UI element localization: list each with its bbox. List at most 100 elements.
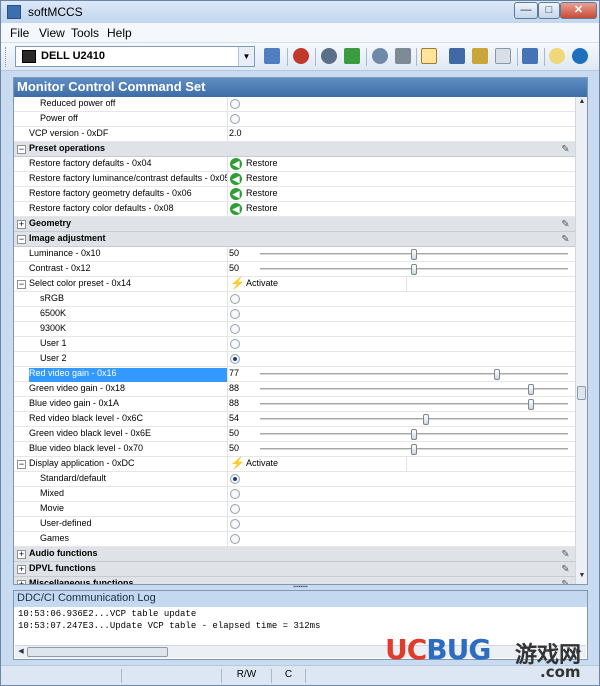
maximize-button[interactable]: □ <box>538 2 560 19</box>
radio-button[interactable] <box>230 309 240 319</box>
action-button[interactable]: Activate <box>246 458 278 468</box>
radio-button[interactable] <box>230 339 240 349</box>
property-row[interactable]: Restore factory color defaults - 0x08 ◀ Re… <box>14 202 575 217</box>
radio-button[interactable] <box>230 114 240 124</box>
expand-toggle-icon[interactable]: + <box>17 220 26 229</box>
display-icon[interactable] <box>522 48 538 64</box>
menu-tools[interactable]: Tools <box>71 26 99 40</box>
image-icon[interactable] <box>472 48 488 64</box>
property-row[interactable]: Restore factory luminance/contrast defau… <box>14 172 575 187</box>
action-button[interactable]: Restore <box>246 188 278 198</box>
category-row[interactable]: + Audio functions ✎ <box>14 547 575 562</box>
property-row[interactable]: Blue video black level - 0x70 50 <box>14 442 575 457</box>
radio-button[interactable] <box>230 504 240 514</box>
property-row[interactable]: VCP version - 0xDF 2.0 <box>14 127 575 142</box>
menu-view[interactable]: View <box>39 26 65 40</box>
expand-toggle-icon[interactable]: + <box>17 550 26 559</box>
value-slider[interactable] <box>260 403 568 406</box>
slider-thumb[interactable] <box>528 384 534 395</box>
property-row[interactable]: Green video gain - 0x18 88 <box>14 382 575 397</box>
option-row[interactable]: Standard/default <box>14 472 575 487</box>
restore-icon[interactable]: ◀ <box>230 158 242 170</box>
menu-file[interactable]: File <box>10 26 29 40</box>
title-bar[interactable]: softMCCS — □ ✕ <box>1 1 599 23</box>
option-row[interactable]: 6500K <box>14 307 575 322</box>
option-row[interactable]: Movie <box>14 502 575 517</box>
pin-icon[interactable]: ✎ <box>560 549 571 560</box>
restore-icon[interactable]: ◀ <box>230 173 242 185</box>
option-row[interactable]: User 2 <box>14 352 575 367</box>
option-row[interactable]: Reduced power off <box>14 97 575 112</box>
expand-toggle-icon[interactable]: + <box>17 565 26 574</box>
expand-toggle-icon[interactable]: − <box>17 280 26 289</box>
lightning-icon[interactable]: ⚡ <box>230 277 245 290</box>
radio-button[interactable] <box>230 489 240 499</box>
slider-thumb[interactable] <box>411 264 417 275</box>
option-row[interactable]: 9300K <box>14 322 575 337</box>
property-row[interactable]: Red video black level - 0x6C 54 <box>14 412 575 427</box>
menu-help[interactable]: Help <box>107 26 132 40</box>
refresh-icon[interactable] <box>321 48 337 64</box>
toolbar-grip[interactable] <box>5 47 8 67</box>
pin-icon[interactable]: ✎ <box>560 144 571 155</box>
property-row[interactable]: Luminance - 0x10 50 <box>14 247 575 262</box>
vertical-scrollbar[interactable]: ▲ ▼ <box>575 97 587 584</box>
monitor-select[interactable]: DELL U2410 ▼ <box>15 46 255 67</box>
option-row[interactable]: User 1 <box>14 337 575 352</box>
action-button[interactable]: Activate <box>246 278 278 288</box>
category-row[interactable]: − Image adjustment ✎ <box>14 232 575 247</box>
category-row[interactable]: + DPVL functions ✎ <box>14 562 575 577</box>
slider-thumb[interactable] <box>411 249 417 260</box>
apply-icon[interactable] <box>344 48 360 64</box>
scroll-up-icon[interactable]: ▲ <box>577 98 587 108</box>
option-row[interactable]: Power off <box>14 112 575 127</box>
pin-icon[interactable]: ✎ <box>560 564 571 575</box>
radio-button[interactable] <box>230 294 240 304</box>
radio-button[interactable] <box>230 324 240 334</box>
slider-thumb[interactable] <box>423 414 429 425</box>
pin-icon[interactable]: ✎ <box>560 219 571 230</box>
property-row[interactable]: − Display application - 0xDC ⚡ Activate <box>14 457 575 472</box>
expand-toggle-icon[interactable]: − <box>17 145 26 154</box>
action-button[interactable]: Restore <box>246 158 278 168</box>
disconnect-icon[interactable] <box>293 48 309 64</box>
tools-icon[interactable] <box>395 48 411 64</box>
property-row[interactable]: Blue video gain - 0x1A 88 <box>14 397 575 412</box>
expand-toggle-icon[interactable]: − <box>17 235 26 244</box>
folder-icon[interactable] <box>549 48 565 64</box>
option-row[interactable]: Mixed <box>14 487 575 502</box>
slider-thumb[interactable] <box>528 399 534 410</box>
scroll-thumb[interactable] <box>27 647 168 657</box>
radio-button[interactable] <box>230 99 240 109</box>
minimize-button[interactable]: — <box>514 2 538 19</box>
value-slider[interactable] <box>260 373 568 376</box>
upload-icon[interactable] <box>449 48 465 64</box>
category-row[interactable]: + Geometry ✎ <box>14 217 575 232</box>
restore-icon[interactable]: ◀ <box>230 188 242 200</box>
value-slider[interactable] <box>260 418 568 421</box>
connect-icon[interactable] <box>264 48 280 64</box>
chevron-down-icon[interactable]: ▼ <box>238 47 254 66</box>
slider-thumb[interactable] <box>411 444 417 455</box>
option-row[interactable]: sRGB <box>14 292 575 307</box>
globe-icon[interactable] <box>572 48 588 64</box>
radio-button[interactable] <box>230 474 240 484</box>
scroll-down-icon[interactable]: ▼ <box>577 572 587 582</box>
expand-toggle-icon[interactable]: − <box>17 460 26 469</box>
close-button[interactable]: ✕ <box>560 2 597 19</box>
value-slider[interactable] <box>260 388 568 391</box>
pin-icon[interactable]: ✎ <box>560 234 571 245</box>
property-row[interactable]: Restore factory geometry defaults - 0x06… <box>14 187 575 202</box>
grid-icon[interactable] <box>495 48 511 64</box>
expand-toggle-icon[interactable]: + <box>17 580 26 584</box>
property-row[interactable]: Restore factory defaults - 0x04 ◀ Restore <box>14 157 575 172</box>
property-row[interactable]: Red video gain - 0x16 77 <box>14 367 575 382</box>
restore-icon[interactable]: ◀ <box>230 203 242 215</box>
scroll-left-icon[interactable]: ◀ <box>16 647 26 657</box>
slider-thumb[interactable] <box>411 429 417 440</box>
settings-icon[interactable] <box>372 48 388 64</box>
lightning-icon[interactable]: ⚡ <box>230 457 245 470</box>
option-row[interactable]: User-defined <box>14 517 575 532</box>
property-row[interactable]: Green video black level - 0x6E 50 <box>14 427 575 442</box>
category-row[interactable]: − Preset operations ✎ <box>14 142 575 157</box>
